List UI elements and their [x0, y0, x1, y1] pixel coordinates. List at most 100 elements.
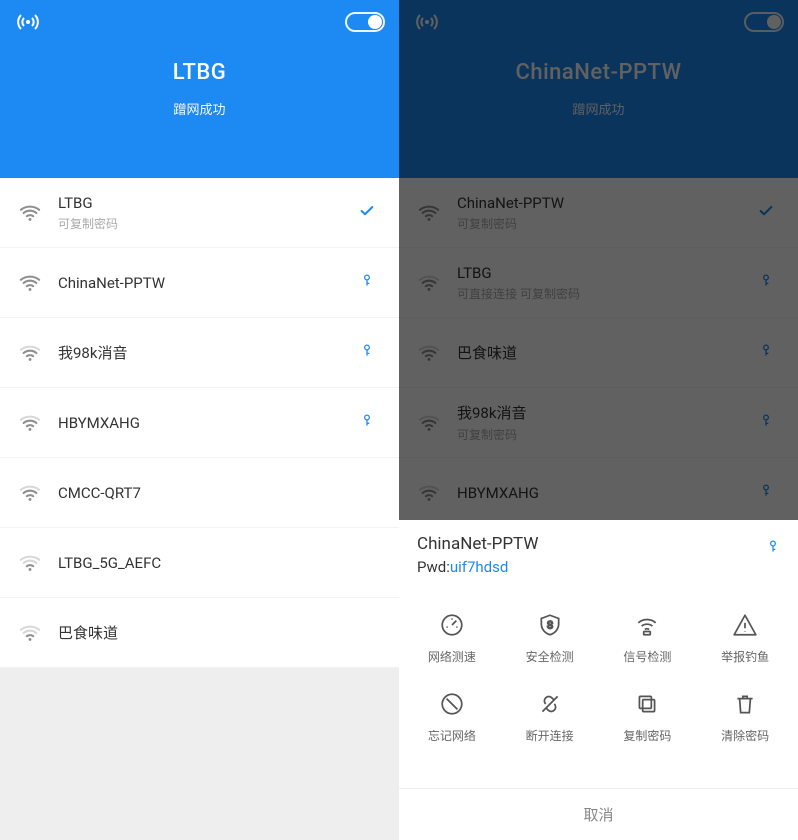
wifi-name: LTBG_5G_AEFC: [58, 554, 353, 572]
wifi-name: HBYMXAHG: [58, 414, 353, 432]
action-delete[interactable]: 清除密码: [696, 677, 794, 756]
current-network-title: LTBG: [173, 60, 226, 85]
wifi-subtitle: 可直接连接 可复制密码: [457, 285, 752, 302]
current-network-status: 蹭网成功: [173, 99, 225, 118]
current-network-title: ChinaNet-PPTW: [515, 60, 681, 85]
empty-area: [0, 668, 399, 840]
wifi-signal-icon: [18, 482, 42, 504]
row-action: [752, 342, 780, 364]
wifi-signal-icon: [417, 342, 441, 364]
wifi-name: ChinaNet-PPTW: [58, 274, 353, 292]
panel-left: LTBG 蹭网成功 LTBG 可复制密码 ChinaNet-PPTW: [0, 0, 399, 840]
wifi-row[interactable]: LTBG_5G_AEFC: [0, 528, 399, 598]
sheet-password-line: Pwd:uif7hdsd: [417, 558, 766, 576]
wifi-row[interactable]: HBYMXAHG: [399, 458, 798, 520]
wifi-signal-icon: [18, 342, 42, 364]
signal-icon: [632, 610, 662, 640]
action-label: 举报钓鱼: [721, 648, 769, 665]
wifi-row[interactable]: 我98k消音 可复制密码: [399, 388, 798, 458]
wifi-name: 巴食味道: [457, 342, 752, 363]
wifi-row[interactable]: HBYMXAHG: [0, 388, 399, 458]
action-disconnect[interactable]: 断开连接: [501, 677, 599, 756]
wifi-name: LTBG: [457, 264, 752, 282]
row-action: [353, 412, 381, 434]
wifi-row[interactable]: LTBG 可复制密码: [0, 178, 399, 248]
key-icon[interactable]: [360, 342, 374, 364]
wifi-toggle[interactable]: [345, 12, 385, 32]
wifi-name: CMCC-QRT7: [58, 484, 353, 502]
cancel-label: 取消: [583, 804, 613, 825]
wifi-row[interactable]: 巴食味道: [399, 318, 798, 388]
sheet-pwd-label: Pwd:: [417, 558, 450, 576]
check-icon: [359, 203, 375, 223]
wifi-name: 我98k消音: [58, 342, 353, 363]
action-warn[interactable]: 举报钓鱼: [696, 598, 794, 677]
wifi-signal-icon: [18, 412, 42, 434]
row-action: [353, 272, 381, 294]
delete-icon: [730, 689, 760, 719]
wifi-row[interactable]: 巴食味道: [0, 598, 399, 668]
key-icon[interactable]: [360, 412, 374, 434]
key-icon[interactable]: [759, 412, 773, 434]
row-action: [752, 203, 780, 223]
row-action: [752, 272, 780, 294]
wifi-subtitle: 可复制密码: [457, 215, 752, 232]
key-icon[interactable]: [360, 272, 374, 294]
action-label: 清除密码: [721, 727, 769, 744]
key-icon[interactable]: [759, 272, 773, 294]
key-icon[interactable]: [759, 482, 773, 504]
row-action: [353, 203, 381, 223]
disconnect-icon: [535, 689, 565, 719]
wifi-row[interactable]: ChinaNet-PPTW 可复制密码: [399, 178, 798, 248]
current-network-status: 蹭网成功: [572, 99, 624, 118]
wifi-name: 我98k消音: [457, 402, 752, 423]
sheet-pwd-value: uif7hdsd: [450, 558, 508, 576]
action-speed[interactable]: 网络测速: [403, 598, 501, 677]
wifi-signal-icon: [18, 202, 42, 224]
copy-icon: [632, 689, 662, 719]
action-shield[interactable]: S 安全检测: [501, 598, 599, 677]
cancel-button[interactable]: 取消: [399, 788, 798, 840]
action-forget[interactable]: 忘记网络: [403, 677, 501, 756]
wifi-signal-icon: [417, 412, 441, 434]
action-grid: 网络测速 S 安全检测 信号检测 举报钓鱼 忘记网络 断开连接 复制密码 清除密…: [399, 588, 798, 764]
wifi-signal-icon: [417, 482, 441, 504]
action-label: 复制密码: [623, 727, 671, 744]
speed-icon: [437, 610, 467, 640]
broadcast-icon: [14, 10, 42, 34]
wifi-name: LTBG: [58, 194, 353, 212]
key-icon[interactable]: [766, 538, 780, 560]
action-label: 断开连接: [526, 727, 574, 744]
forget-icon: [437, 689, 467, 719]
wifi-subtitle: 可复制密码: [58, 215, 353, 232]
action-label: 网络测速: [428, 648, 476, 665]
wifi-row[interactable]: 我98k消音: [0, 318, 399, 388]
wifi-toggle[interactable]: [744, 12, 784, 32]
wifi-signal-icon: [18, 552, 42, 574]
wifi-subtitle: 可复制密码: [457, 426, 752, 443]
wifi-row[interactable]: CMCC-QRT7: [0, 458, 399, 528]
sheet-network-name: ChinaNet-PPTW: [417, 534, 766, 554]
header-left: LTBG 蹭网成功: [0, 0, 399, 178]
panel-right: ChinaNet-PPTW 蹭网成功 ChinaNet-PPTW 可复制密码 L…: [399, 0, 798, 840]
key-icon[interactable]: [759, 342, 773, 364]
action-signal[interactable]: 信号检测: [599, 598, 697, 677]
wifi-row[interactable]: ChinaNet-PPTW: [0, 248, 399, 318]
wifi-row[interactable]: LTBG 可直接连接 可复制密码: [399, 248, 798, 318]
warn-icon: [730, 610, 760, 640]
action-label: 信号检测: [623, 648, 671, 665]
svg-text:S: S: [547, 620, 553, 631]
row-action: [752, 412, 780, 434]
wifi-list-left: LTBG 可复制密码 ChinaNet-PPTW 我98k消音: [0, 178, 399, 668]
action-copy[interactable]: 复制密码: [599, 677, 697, 756]
action-label: 安全检测: [526, 648, 574, 665]
wifi-signal-icon: [417, 272, 441, 294]
broadcast-icon: [413, 10, 441, 34]
wifi-signal-icon: [18, 272, 42, 294]
row-action: [353, 342, 381, 364]
wifi-name: 巴食味道: [58, 622, 353, 643]
wifi-signal-icon: [18, 622, 42, 644]
wifi-list-right: ChinaNet-PPTW 可复制密码 LTBG 可直接连接 可复制密码 巴食味…: [399, 178, 798, 520]
row-action: [752, 482, 780, 504]
header-right: ChinaNet-PPTW 蹭网成功: [399, 0, 798, 178]
